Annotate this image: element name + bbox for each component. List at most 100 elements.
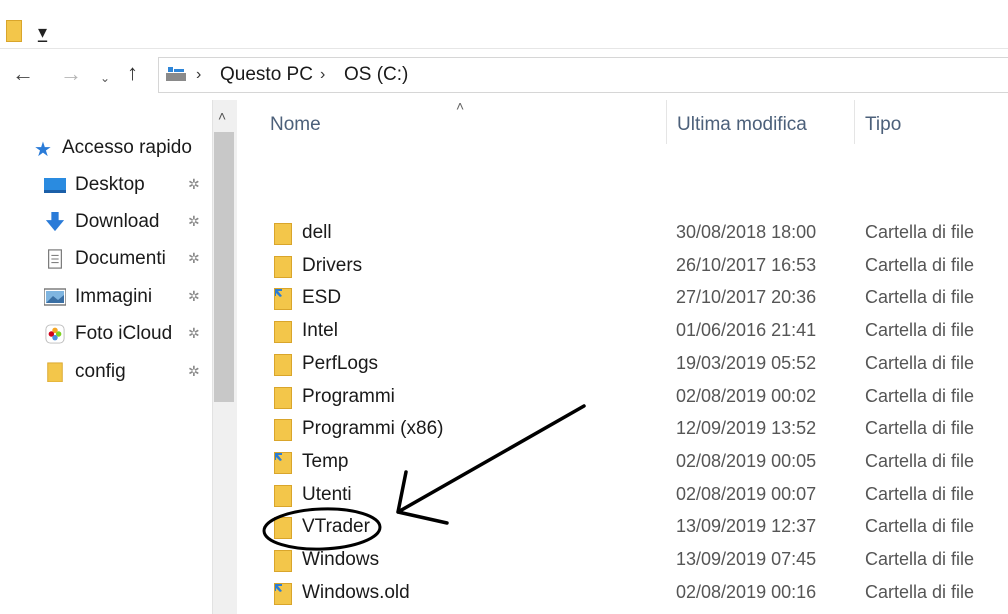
this-pc-icon: [166, 67, 186, 81]
pin-icon[interactable]: ✲: [188, 288, 200, 305]
file-type: Cartella di file: [865, 385, 975, 406]
folder-icon: [274, 419, 292, 442]
quick-access-toolbar-dropdown[interactable]: ▾̲: [38, 22, 47, 42]
scroll-up-arrow-icon[interactable]: ˄: [218, 108, 226, 124]
desktop-icon: [44, 178, 66, 193]
file-name: Windows: [302, 549, 380, 570]
file-type: Cartella di file: [865, 581, 975, 602]
file-type: Cartella di file: [865, 287, 975, 308]
column-divider[interactable]: [854, 100, 855, 144]
sidebar-item-label: Documenti: [75, 248, 166, 269]
sidebar-item-label: Desktop: [75, 174, 145, 195]
folder-icon: [274, 386, 292, 409]
title-bar: ▾̲: [0, 0, 1008, 49]
file-type: Cartella di file: [865, 418, 975, 439]
divider: [0, 48, 1008, 49]
file-name: VTrader: [302, 516, 370, 538]
folder-shortcut-icon: [274, 451, 292, 474]
file-modified: 02/08/2019 00:05: [676, 450, 817, 471]
file-row[interactable]: Drivers 26/10/2017 16:53 Cartella di file: [240, 251, 1008, 283]
file-type: Cartella di file: [865, 516, 975, 537]
file-row[interactable]: Windows 13/09/2019 07:45 Cartella di file: [240, 545, 1008, 577]
folder-shortcut-icon: [274, 288, 292, 311]
file-name: Windows.old: [302, 581, 410, 603]
column-divider[interactable]: [666, 100, 667, 144]
folder-icon: [274, 321, 292, 344]
file-row[interactable]: Windows.old 02/08/2019 00:16 Cartella di f…: [240, 578, 1008, 610]
sidebar-item-label: Download: [75, 211, 160, 232]
file-type: Cartella di file: [865, 483, 975, 504]
sidebar-item-quick-access[interactable]: Accesso rapido: [62, 137, 192, 159]
file-row[interactable]: Programmi (x86) 12/09/2019 13:52 Cartella …: [240, 414, 1008, 446]
folder-icon: [274, 223, 292, 245]
sidebar-item-label: Immagini: [75, 286, 153, 307]
breadcrumb-this-pc[interactable]: Questo PC: [220, 64, 313, 86]
pin-icon[interactable]: ✲: [188, 250, 200, 267]
sidebar-item-immagini[interactable]: Immagini ✲: [0, 281, 210, 315]
file-row[interactable]: Intel 01/06/2016 21:41 Cartella di file: [240, 316, 1008, 348]
file-name: Programmi (x86): [302, 418, 444, 440]
file-type: Cartella di file: [865, 320, 975, 341]
file-name: Temp: [302, 450, 349, 472]
pictures-icon: [44, 288, 66, 306]
breadcrumb-os-c[interactable]: OS (C:): [344, 64, 408, 86]
back-button[interactable]: ←: [12, 63, 34, 85]
file-type: Cartella di file: [865, 254, 975, 275]
sidebar-item-desktop[interactable]: Desktop ✲: [0, 169, 210, 203]
file-row[interactable]: PerfLogs 19/03/2019 05:52 Cartella di file: [240, 349, 1008, 381]
up-button[interactable]: ↑: [127, 62, 138, 84]
folder-icon: [274, 255, 292, 278]
file-name: dell: [302, 222, 332, 243]
file-name: Intel: [302, 320, 338, 342]
file-name: ESD: [302, 287, 342, 309]
sidebar-item-config[interactable]: config ✲: [0, 356, 210, 390]
folder-icon: [274, 484, 292, 507]
file-modified: 01/06/2016 21:41: [676, 320, 817, 341]
sort-ascending-icon: ˄: [456, 98, 465, 114]
folder-icon: [6, 20, 22, 42]
file-type: Cartella di file: [865, 352, 975, 373]
file-row[interactable]: VTrader 13/09/2019 12:37 Cartella di file: [240, 512, 1008, 544]
pin-icon[interactable]: ✲: [188, 363, 200, 380]
file-modified: 27/10/2017 20:36: [676, 287, 817, 308]
folder-icon: [274, 517, 292, 540]
column-header-name[interactable]: Nome: [270, 114, 321, 136]
column-header-type[interactable]: Tipo: [865, 114, 901, 136]
pin-icon[interactable]: ✲: [188, 325, 200, 342]
sidebar-item-label: Foto iCloud: [75, 323, 173, 344]
breadcrumb-separator[interactable]: ›: [320, 66, 325, 84]
file-modified: 02/08/2019 00:16: [676, 581, 817, 602]
breadcrumb-separator[interactable]: ›: [196, 66, 201, 84]
sidebar-item-download[interactable]: Download ✲: [0, 206, 210, 240]
column-header-modified[interactable]: Ultima modifica: [677, 114, 807, 136]
icloud-photos-icon: [45, 324, 65, 344]
file-modified: 30/08/2018 18:00: [676, 222, 817, 242]
file-name: Drivers: [302, 254, 363, 276]
file-name: Programmi: [302, 385, 395, 407]
sidebar-item-label: config: [75, 361, 126, 382]
sidebar-item-documenti[interactable]: Documenti ✲: [0, 243, 210, 277]
file-modified: 02/08/2019 00:07: [676, 483, 817, 504]
documents-icon: [48, 249, 62, 269]
file-name: Utenti: [302, 483, 352, 505]
file-modified: 13/09/2019 12:37: [676, 516, 817, 537]
file-type: Cartella di file: [865, 549, 975, 569]
recent-locations-button[interactable]: ⌄: [100, 67, 110, 89]
sidebar-scrollbar-thumb[interactable]: [214, 132, 234, 402]
file-modified: 19/03/2019 05:52: [676, 352, 817, 373]
file-type: Cartella di file: [865, 450, 975, 471]
file-row[interactable]: Programmi 02/08/2019 00:02 Cartella di fil…: [240, 382, 1008, 414]
file-type: Cartella di file: [865, 222, 975, 242]
file-row[interactable]: Temp 02/08/2019 00:05 Cartella di file: [240, 447, 1008, 479]
pin-icon[interactable]: ✲: [188, 176, 200, 193]
file-row[interactable]: ESD 27/10/2017 20:36 Cartella di file: [240, 283, 1008, 315]
pin-icon[interactable]: ✲: [188, 213, 200, 230]
file-modified: 02/08/2019 00:02: [676, 385, 817, 406]
file-row[interactable]: dell 30/08/2018 18:00 Cartella di file: [240, 218, 1008, 250]
file-modified: 12/09/2019 13:52: [676, 418, 817, 439]
sidebar-item-foto-icloud[interactable]: Foto iCloud ✲: [0, 318, 210, 352]
file-name: PerfLogs: [302, 352, 379, 374]
forward-button[interactable]: →: [60, 63, 82, 85]
download-icon: [45, 212, 65, 232]
file-row[interactable]: Utenti 02/08/2019 00:07 Cartella di file: [240, 480, 1008, 512]
